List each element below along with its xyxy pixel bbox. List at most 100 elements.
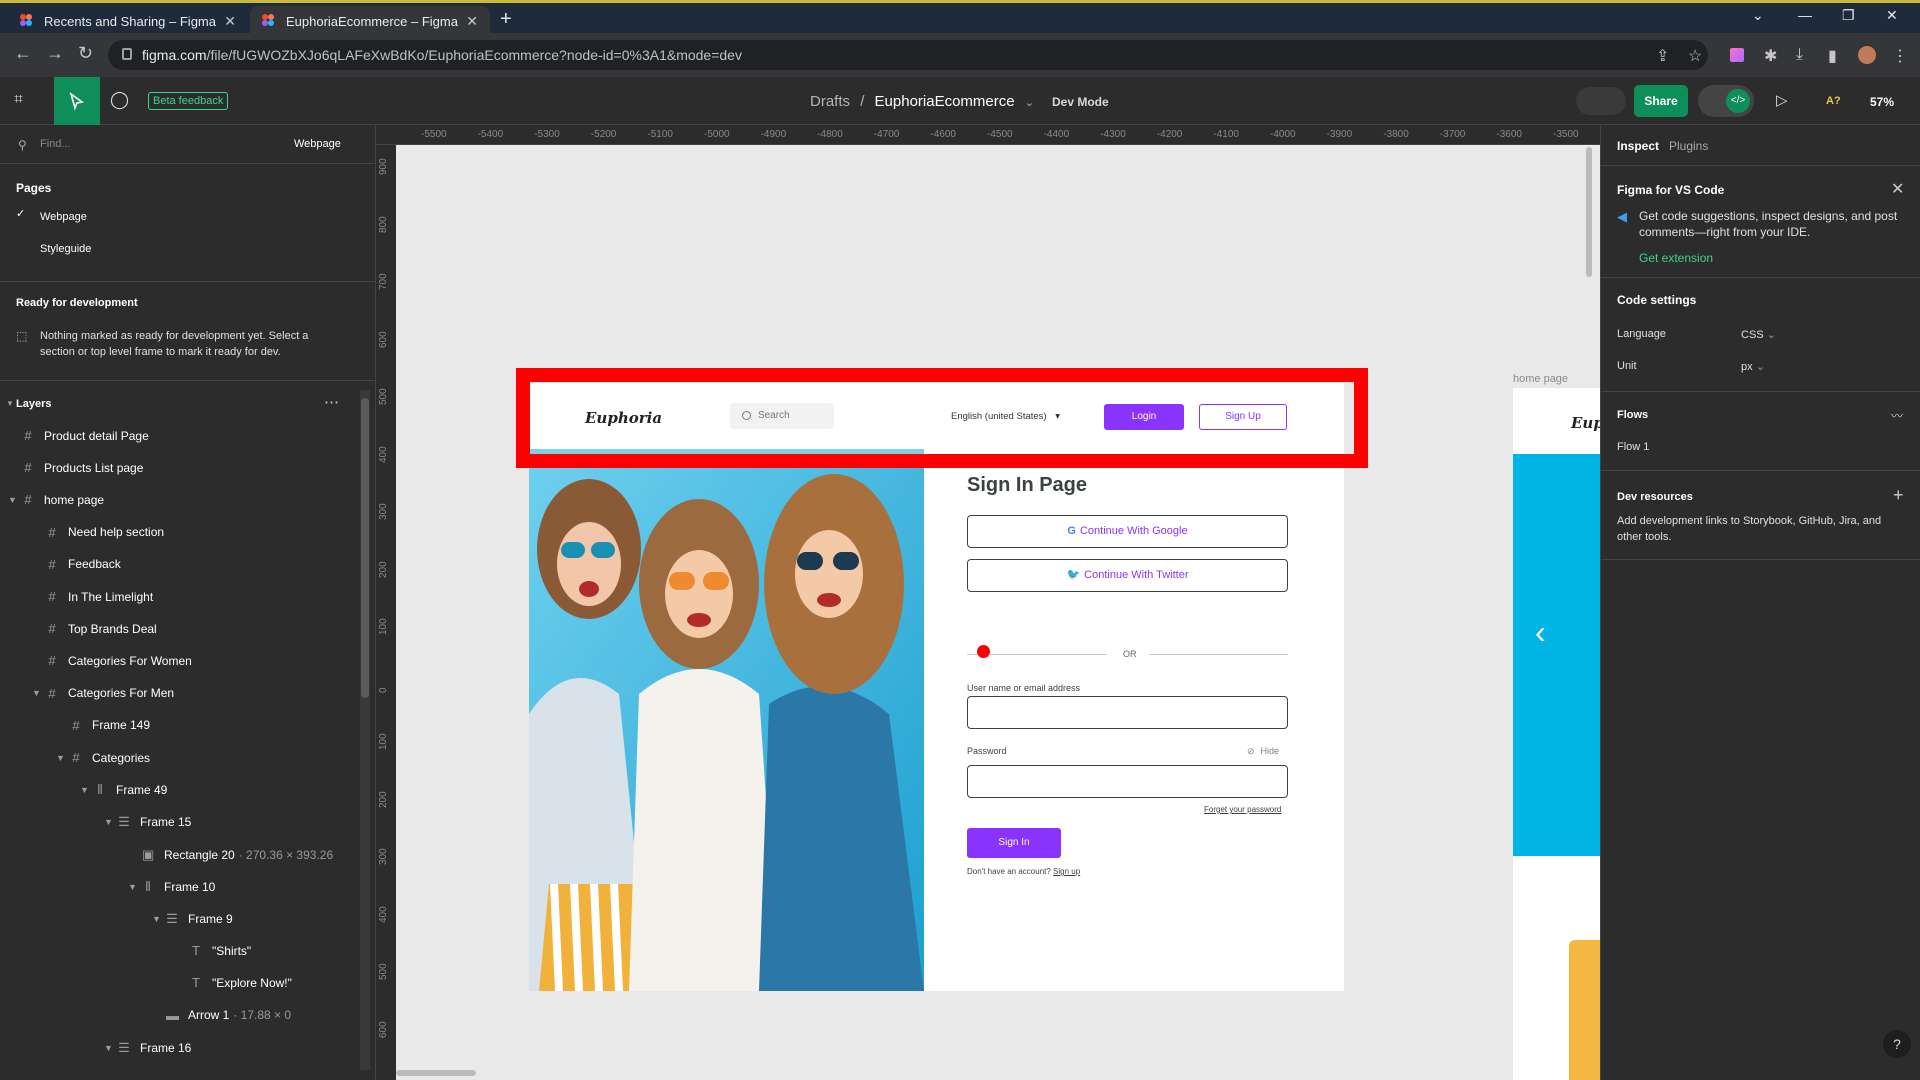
zoom-level[interactable]: 57% — [1870, 95, 1894, 109]
layer-item[interactable]: ▼ # home page — [8, 492, 104, 507]
frame-label[interactable]: home page — [1513, 373, 1568, 385]
layer-item[interactable]: # Products List page — [8, 460, 143, 475]
vertical-scrollbar[interactable] — [1586, 147, 1592, 277]
layer-item[interactable]: ▼ # Categories For Men — [32, 686, 174, 701]
layer-item[interactable]: ▼ # Categories — [56, 750, 150, 765]
back-icon[interactable]: ← — [14, 43, 32, 64]
chevron-down-icon: ⌄ — [1755, 361, 1765, 373]
get-extension-link[interactable]: Get extension — [1639, 251, 1713, 265]
hide-password-toggle[interactable]: ⊘ Hide — [1247, 746, 1279, 757]
close-icon[interactable]: ✕ — [1891, 179, 1904, 199]
file-name[interactable]: EuphoriaEcommerce — [875, 93, 1015, 110]
layer-item[interactable]: # Need help section — [32, 525, 164, 540]
reload-icon[interactable]: ↻ — [78, 43, 93, 64]
browser-menu-icon[interactable]: ⋮ — [1892, 46, 1908, 66]
layers-scrollbar[interactable] — [360, 390, 370, 1070]
layer-item[interactable]: # Top Brands Deal — [32, 621, 156, 636]
forward-icon[interactable]: → — [46, 43, 64, 64]
new-tab-icon[interactable]: + — [500, 8, 512, 31]
layer-item[interactable]: ▼ ☰ Frame 9 — [152, 911, 233, 927]
extension-icon[interactable] — [1730, 48, 1744, 62]
add-icon[interactable]: + — [1893, 485, 1904, 506]
password-field[interactable] — [967, 765, 1288, 798]
expand-caret-icon[interactable]: ▼ — [80, 785, 89, 795]
expand-caret-icon[interactable]: ▼ — [104, 817, 113, 827]
browser-tab-active[interactable]: EuphoriaEcommerce – Figma ✕ — [250, 6, 490, 36]
layer-item[interactable]: # Feedback — [32, 557, 120, 572]
layer-item[interactable]: ▼ ☰ Frame 15 — [104, 814, 191, 830]
layer-item[interactable]: ▼ ☰ Frame 16 — [104, 1040, 191, 1056]
present-play-icon[interactable]: ▷ — [1776, 91, 1788, 109]
sign-in-frame[interactable]: Euphoria Search English (united States) … — [529, 383, 1344, 991]
expand-caret-icon[interactable]: ▼ — [32, 688, 41, 698]
minimize-icon[interactable]: — — [1798, 7, 1812, 23]
layer-item[interactable]: ▣ Rectangle 20 · 270.36 × 393.26 — [128, 847, 333, 863]
tab-search-icon[interactable]: ⌄ — [1752, 7, 1764, 24]
share-page-icon[interactable]: ⇪ — [1656, 46, 1669, 66]
close-tab-icon[interactable]: ✕ — [224, 13, 236, 30]
expand-caret-icon[interactable]: ▼ — [104, 1043, 113, 1053]
browser-tab[interactable]: Recents and Sharing – Figma ✕ — [8, 6, 248, 36]
help-button[interactable]: ? — [1883, 1030, 1911, 1058]
expand-caret-icon[interactable]: ▼ — [152, 914, 161, 924]
expand-caret-icon[interactable]: ▼ — [128, 882, 137, 892]
chevron-left-icon[interactable]: ‹ — [1535, 614, 1546, 651]
beta-feedback-button[interactable]: Beta feedback — [148, 92, 229, 110]
forgot-password-link[interactable]: Forget your password — [1204, 805, 1281, 814]
page-styleguide[interactable]: Styleguide — [40, 243, 91, 255]
url-host: figma.com — [142, 47, 207, 63]
tab-inspect[interactable]: Inspect — [1617, 139, 1659, 153]
close-tab-icon[interactable]: ✕ — [466, 13, 478, 30]
find-input[interactable]: Find... — [40, 138, 71, 150]
multiplayer-avatars[interactable] — [1576, 87, 1626, 115]
horizontal-scrollbar[interactable] — [396, 1070, 476, 1076]
layer-item[interactable]: # Frame 149 — [56, 718, 150, 733]
share-button[interactable]: Share — [1634, 85, 1688, 117]
missing-fonts-warning[interactable]: A? — [1826, 95, 1841, 107]
google-signin-button[interactable]: G Continue With Google — [967, 515, 1288, 548]
bookmark-star-icon[interactable]: ☆ — [1688, 46, 1702, 66]
signin-button[interactable]: Sign In — [967, 828, 1061, 858]
close-window-icon[interactable]: ✕ — [1886, 7, 1898, 24]
dev-mode-toggle[interactable]: </> — [1698, 85, 1754, 117]
page-webpage[interactable]: Webpage — [40, 211, 87, 223]
home-page-frame[interactable]: Euph ‹ — [1513, 388, 1600, 1080]
layer-item[interactable]: ▬ Arrow 1 · 17.88 × 0 — [152, 1008, 291, 1023]
unit-select[interactable]: px ⌄ — [1741, 360, 1765, 373]
layer-item[interactable]: ▼ ⫴ Frame 49 — [80, 782, 167, 798]
figma-menu-icon[interactable]: ⌗ — [14, 91, 23, 109]
restore-icon[interactable]: ❐ — [1842, 7, 1855, 24]
layer-item[interactable]: T "Explore Now!" — [176, 975, 292, 990]
layer-item[interactable]: # Categories For Women — [32, 653, 191, 668]
twitter-signin-button[interactable]: 🐦 Continue With Twitter — [967, 559, 1288, 592]
breadcrumb-parent[interactable]: Drafts — [810, 93, 850, 110]
chevron-down-icon[interactable]: ⌄ — [1025, 97, 1034, 109]
page-selector[interactable]: Webpage — [294, 138, 341, 150]
comment-icon[interactable]: ◯ — [110, 90, 129, 110]
hero-photo[interactable] — [529, 454, 924, 991]
signup-link[interactable]: Sign up — [1053, 867, 1080, 876]
figma-favicon-icon — [20, 14, 34, 28]
layer-item[interactable]: # Product detail Page — [8, 428, 148, 443]
url-field[interactable]: figma.com/file/fUGWOZbXJo6qLAFeXwBdKo/Eu… — [108, 40, 1708, 70]
profile-avatar[interactable] — [1858, 46, 1876, 64]
puzzle-extensions-icon[interactable]: ✱ — [1764, 46, 1777, 66]
more-options-icon[interactable]: ⋯ — [324, 393, 339, 411]
layer-item[interactable]: ▼ ⫴ Frame 10 — [128, 879, 215, 895]
move-tool-button[interactable] — [54, 77, 100, 125]
design-canvas[interactable]: Euphoria Search English (united States) … — [396, 145, 1600, 1080]
flow-item[interactable]: Flow 1 — [1617, 441, 1649, 453]
flows-expand-icon[interactable]: 〰 — [1891, 407, 1903, 424]
language-select[interactable]: CSS ⌄ — [1741, 328, 1776, 341]
username-field[interactable] — [967, 696, 1288, 729]
side-panel-icon[interactable]: ▮ — [1828, 46, 1837, 66]
collapse-icon[interactable]: ▼ — [6, 399, 14, 408]
expand-caret-icon[interactable]: ▼ — [56, 753, 65, 763]
vscode-text: comments—right from your IDE. — [1639, 225, 1811, 239]
layer-item[interactable]: # In The Limelight — [32, 589, 153, 604]
signin-title: Sign In Page — [967, 474, 1088, 496]
layer-item[interactable]: T "Shirts" — [176, 943, 251, 958]
expand-caret-icon[interactable]: ▼ — [8, 495, 17, 505]
download-icon[interactable]: ⤓ — [1796, 46, 1803, 64]
tab-plugins[interactable]: Plugins — [1669, 139, 1708, 153]
